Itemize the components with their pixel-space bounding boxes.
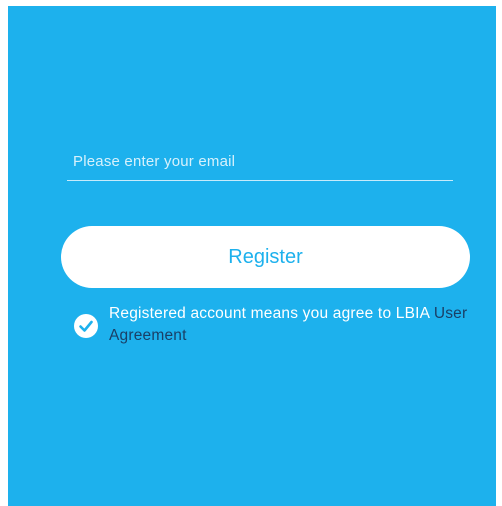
agreement-statement: Registered account means you agree to	[109, 305, 396, 322]
check-circle-icon[interactable]	[74, 314, 98, 338]
agreement-text: Registered account means you agree to LB…	[109, 303, 479, 347]
agreement-row: Registered account means you agree to LB…	[74, 303, 474, 353]
register-button[interactable]: Register	[61, 226, 470, 288]
email-input[interactable]	[67, 143, 453, 181]
agreement-brand: LBIA	[395, 305, 434, 322]
screen: Register Registered account means you ag…	[0, 0, 502, 506]
